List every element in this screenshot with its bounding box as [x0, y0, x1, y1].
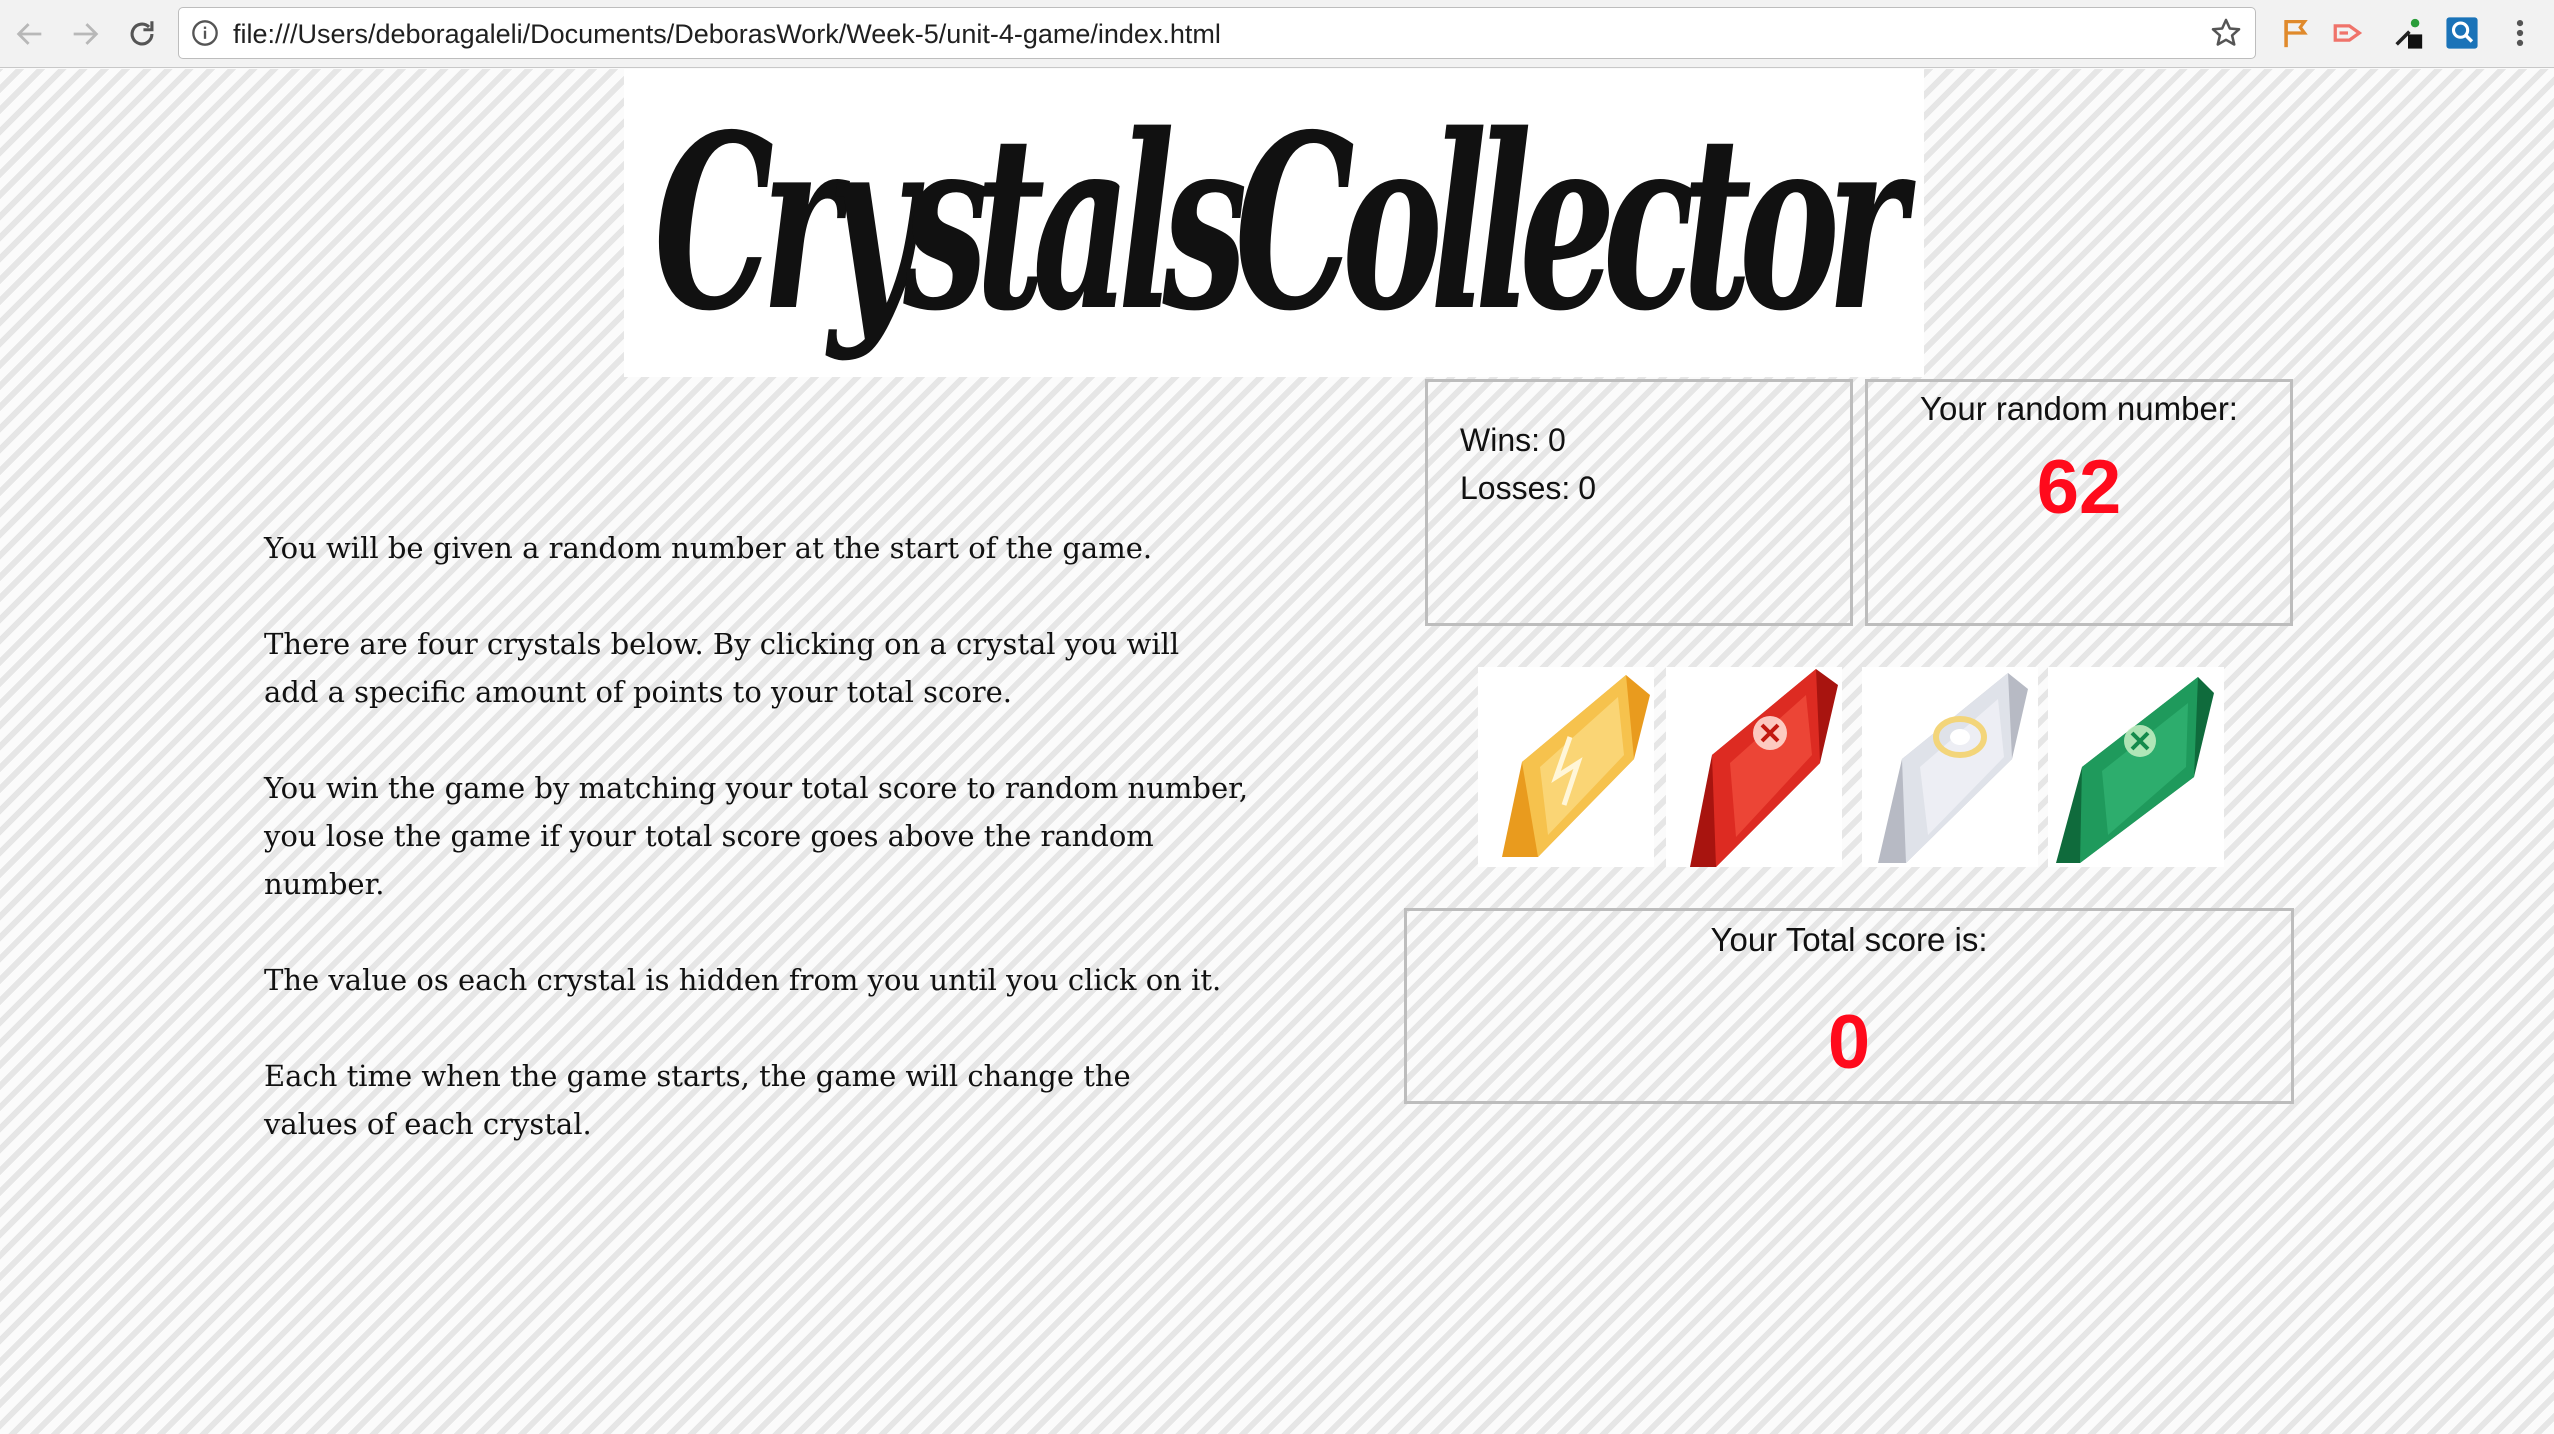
info-icon[interactable]	[191, 19, 219, 47]
instruction-line: You will be given a random number at the…	[264, 531, 1153, 565]
losses-counter: Losses: 0	[1460, 470, 1596, 507]
menu-dots-icon[interactable]	[2502, 15, 2538, 51]
random-number-label: Your random number:	[1920, 390, 2238, 427]
wins-value: 0	[1548, 422, 1566, 458]
wins-label: Wins:	[1460, 422, 1540, 458]
eyedropper-extension-icon[interactable]	[2390, 15, 2426, 51]
green-crystal-icon	[2056, 677, 2214, 863]
browser-toolbar: file:///Users/deboragaleli/Documents/Deb…	[0, 0, 2554, 68]
banner-title: CrystalsCollector	[654, 82, 1916, 364]
red-crystal-icon	[1690, 669, 1838, 867]
losses-label: Losses:	[1460, 470, 1571, 506]
white-crystal-icon	[1878, 673, 2028, 863]
flag-extension-icon[interactable]	[2278, 15, 2314, 51]
total-score-label: Your Total score is:	[1710, 921, 1988, 958]
instruction-line: The value os each crystal is hidden from…	[264, 963, 1222, 997]
arrow-extension-icon[interactable]	[2330, 15, 2366, 51]
losses-value: 0	[1578, 470, 1597, 506]
crystal-row	[1478, 667, 2224, 867]
instruction-line: There are four crystals below. By clicki…	[264, 627, 1180, 709]
instruction-line: You win the game by matching your total …	[264, 771, 1249, 901]
yellow-crystal-icon	[1502, 675, 1650, 857]
random-number-panel: Your random number: 62	[1865, 379, 2293, 626]
wins-counter: Wins: 0	[1460, 422, 1566, 459]
crystal-white[interactable]	[1862, 667, 2038, 867]
random-number-value: 62	[2036, 445, 2122, 530]
bookmark-star-icon[interactable]	[2209, 16, 2243, 50]
url-text[interactable]: file:///Users/deboragaleli/Documents/Deb…	[233, 19, 1221, 50]
reload-icon[interactable]	[120, 12, 164, 56]
banner-logo: CrystalsCollector	[624, 69, 1924, 377]
instruction-line: Each time when the game starts, the game…	[264, 1059, 1131, 1141]
total-score-panel: Your Total score is: 0	[1404, 908, 2294, 1104]
total-score-value: 0	[1827, 1000, 1871, 1085]
instructions: You will be given a random number at the…	[264, 524, 1264, 1196]
crystal-yellow[interactable]	[1478, 667, 1654, 867]
wins-losses-panel: Wins: 0 Losses: 0	[1425, 379, 1853, 626]
search-extension-icon[interactable]	[2444, 15, 2480, 51]
crystal-red[interactable]	[1666, 667, 1842, 867]
game-page: CrystalsCollector You will be given a ra…	[0, 69, 2554, 1434]
address-bar[interactable]: file:///Users/deboragaleli/Documents/Deb…	[178, 7, 2256, 59]
crystal-green[interactable]	[2048, 667, 2224, 867]
forward-arrow-icon[interactable]	[63, 12, 107, 56]
back-arrow-icon[interactable]	[8, 12, 52, 56]
